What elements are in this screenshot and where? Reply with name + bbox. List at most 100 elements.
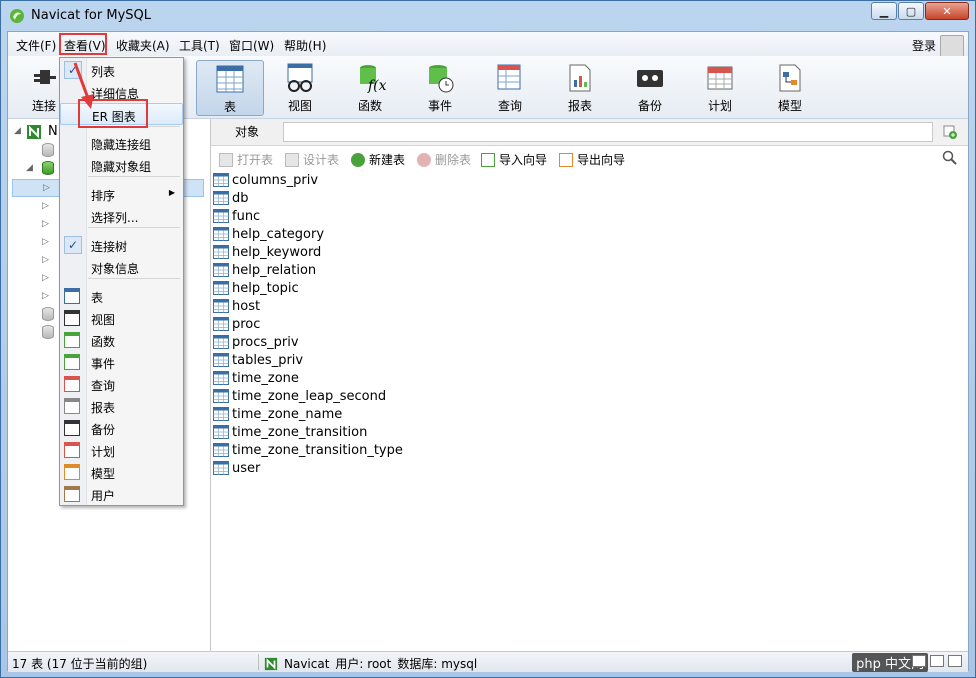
menu-file[interactable]: 文件(F) [16, 37, 56, 54]
schedule-calendar-icon [707, 66, 733, 90]
tab-objects[interactable]: 对象 [211, 119, 283, 145]
title-bar[interactable]: Navicat for MySQL ▁ ▢ ✕ [1, 1, 975, 31]
table-list-item[interactable]: func [213, 207, 260, 225]
expand-triangle-icon[interactable]: ▷ [42, 219, 49, 229]
toolbar-backup-button[interactable]: 备份 [616, 60, 684, 116]
minimize-button[interactable]: ▁ [871, 2, 897, 20]
collapse-triangle-icon[interactable]: ◢ [26, 163, 33, 173]
view-menu-item[interactable]: 用户 [60, 483, 183, 505]
table-list-item[interactable]: help_keyword [213, 243, 321, 261]
database-open-icon[interactable] [42, 161, 54, 175]
expand-triangle-icon[interactable]: ▷ [43, 183, 50, 193]
toolbar-function-button[interactable]: f(x) 函数 [336, 60, 404, 116]
view-menu-item[interactable]: 事件 [60, 351, 183, 373]
table-list-item[interactable]: help_relation [213, 261, 316, 279]
login-link[interactable]: 登录 [912, 37, 936, 54]
database-icon[interactable] [42, 307, 54, 321]
menu-favorites[interactable]: 收藏夹(A) [116, 37, 170, 54]
expand-triangle-icon[interactable]: ▷ [42, 201, 49, 211]
menu-item-label: 报表 [91, 401, 116, 415]
table-list-item[interactable]: columns_priv [213, 171, 318, 189]
table-list-item[interactable]: time_zone_leap_second [213, 387, 386, 405]
view-menu-item[interactable]: 排序 ▶ [60, 183, 183, 205]
menu-item-label: 对象信息 [91, 262, 140, 276]
open-table-button[interactable]: 打开表 [219, 151, 273, 168]
view-menu-item[interactable]: 隐藏对象组 [60, 154, 183, 176]
expand-triangle-icon[interactable]: ▷ [42, 255, 49, 265]
open-table-icon [219, 152, 233, 167]
table-icon [213, 227, 229, 241]
search-icon[interactable] [942, 150, 958, 166]
table-list-item[interactable]: time_zone_transition [213, 423, 367, 441]
expand-triangle-icon[interactable]: ▷ [42, 291, 49, 301]
toolbar-report-button[interactable]: 报表 [546, 60, 614, 116]
main-window: Navicat for MySQL ▁ ▢ ✕ 文件(F) 查看(V) 收藏夹(… [0, 0, 976, 678]
delete-table-button[interactable]: 删除表 [417, 151, 471, 168]
menu-item-label: 模型 [91, 467, 116, 481]
toolbar-label: 备份 [637, 99, 662, 113]
collapse-triangle-icon[interactable]: ◢ [14, 126, 21, 136]
menu-item-label: 选择列... [91, 211, 139, 225]
database-icon[interactable] [42, 143, 54, 157]
new-table-button[interactable]: 新建表 [351, 151, 405, 168]
view-menu-item[interactable]: 备份 [60, 417, 183, 439]
toolbar-view-button[interactable]: 视图 [266, 60, 334, 116]
menu-help[interactable]: 帮助(H) [284, 37, 326, 54]
status-user: 用户: root [335, 657, 392, 671]
table-list-item[interactable]: host [213, 297, 260, 315]
view-menu-item[interactable]: 查询 [60, 373, 183, 395]
user-icon [64, 486, 80, 502]
export-wizard-button[interactable]: 导出向导 [559, 151, 625, 168]
toolbar-schedule-button[interactable]: 计划 [686, 60, 754, 116]
view-menu-item[interactable]: 计划 [60, 439, 183, 461]
menu-item-label: 计划 [91, 445, 116, 459]
expand-triangle-icon[interactable]: ▷ [42, 273, 49, 283]
import-wizard-button[interactable]: 导入向导 [481, 151, 547, 168]
expand-triangle-icon[interactable]: ▷ [42, 237, 49, 247]
view-menu-highlight-box [59, 33, 107, 55]
table-list-item[interactable]: procs_priv [213, 333, 299, 351]
view-menu-item[interactable]: 模型 [60, 461, 183, 483]
view-menu-item[interactable]: 报表 [60, 395, 183, 417]
menu-item-label: 视图 [91, 313, 116, 327]
maximize-button[interactable]: ▢ [898, 2, 924, 20]
table-list-item[interactable]: proc [213, 315, 260, 333]
table-list-item[interactable]: tables_priv [213, 351, 303, 369]
toolbar-table-button[interactable]: 表 [196, 60, 264, 116]
table-icon [213, 173, 229, 187]
view-menu-item[interactable]: 选择列... [60, 205, 183, 227]
detail-view-icon[interactable] [930, 655, 944, 667]
table-list-item[interactable]: time_zone [213, 369, 299, 387]
window-title: Navicat for MySQL [31, 8, 151, 23]
view-menu-item[interactable]: 对象信息 [60, 256, 183, 278]
table-name: db [232, 190, 249, 206]
table-list-item[interactable]: db [213, 189, 249, 207]
toolbar-model-button[interactable]: 模型 [756, 60, 824, 116]
table-list-item[interactable]: time_zone_transition_type [213, 441, 403, 459]
view-menu-item[interactable]: 隐藏连接组 [60, 132, 183, 154]
toolbar-query-button[interactable]: 查询 [476, 60, 544, 116]
table-list-item[interactable]: user [213, 459, 260, 477]
toolbar-label: 报表 [567, 99, 592, 113]
object-tab-bar: 对象 [211, 119, 968, 146]
query-icon [497, 64, 521, 90]
close-button[interactable]: ✕ [925, 2, 969, 20]
connection-icon [27, 125, 41, 139]
design-table-button[interactable]: 设计表 [285, 151, 339, 168]
view-menu-item[interactable]: 视图 [60, 307, 183, 329]
plug-icon [34, 70, 56, 84]
database-icon[interactable] [42, 325, 54, 339]
toolbar-event-button[interactable]: 事件 [406, 60, 474, 116]
menu-item-label: 连接树 [91, 240, 128, 254]
menu-tools[interactable]: 工具(T) [179, 37, 220, 54]
list-view-icon[interactable] [912, 655, 926, 667]
view-menu-item[interactable]: 表 [60, 285, 183, 307]
table-list-item[interactable]: help_topic [213, 279, 299, 297]
table-list-item[interactable]: time_zone_name [213, 405, 342, 423]
view-menu-item[interactable]: 函数 [60, 329, 183, 351]
menu-window[interactable]: 窗口(W) [229, 37, 274, 54]
table-list-item[interactable]: help_category [213, 225, 324, 243]
new-tab-icon[interactable] [942, 124, 958, 140]
view-menu-item[interactable]: ✓ 连接树 [60, 234, 183, 256]
er-view-icon[interactable] [948, 655, 962, 667]
